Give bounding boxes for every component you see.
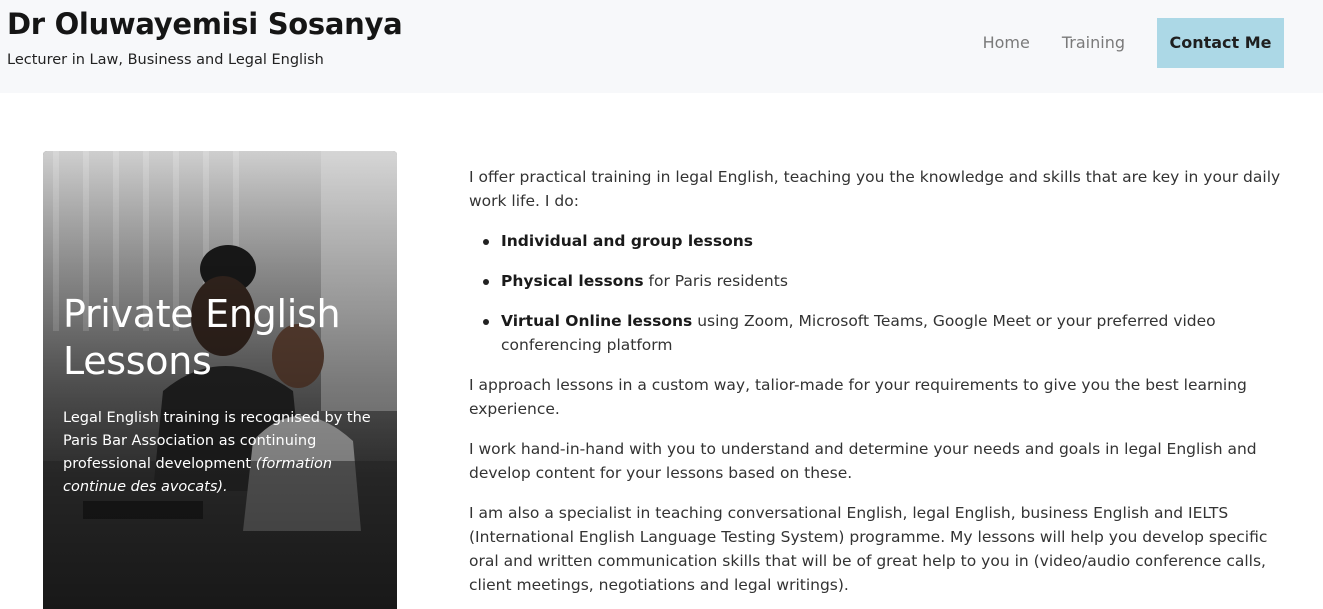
service-detail: for Paris residents: [643, 272, 788, 290]
hero-text: Legal English training is recognised by …: [63, 407, 388, 499]
nav-home-link[interactable]: Home: [983, 18, 1030, 68]
site-header: Dr Oluwayemisi Sosanya Lecturer in Law, …: [0, 0, 1323, 93]
main-content: I offer practical training in legal Engl…: [469, 165, 1299, 609]
main-nav: Home Training Contact Me: [983, 18, 1284, 68]
hero-card: Private English Lessons Legal English tr…: [43, 151, 397, 609]
hero-title: Private English Lessons: [63, 292, 341, 383]
site-tagline: Lecturer in Law, Business and Legal Engl…: [7, 52, 324, 68]
contact-me-button[interactable]: Contact Me: [1157, 18, 1284, 68]
site-title[interactable]: Dr Oluwayemisi Sosanya: [7, 7, 403, 41]
collaboration-paragraph: I work hand-in-hand with you to understa…: [469, 440, 1257, 482]
service-title: Virtual Online lessons: [501, 312, 693, 330]
service-title: Physical lessons: [501, 272, 644, 290]
service-title: Individual and group lessons: [501, 232, 754, 250]
intro-paragraph: I offer practical training in legal Engl…: [469, 168, 1281, 210]
list-item: Individual and group lessons: [469, 229, 1299, 253]
services-list: Individual and group lessons Physical le…: [469, 229, 1299, 357]
nav-training-link[interactable]: Training: [1062, 18, 1125, 68]
specialist-paragraph: I am also a specialist in teaching conve…: [469, 504, 1268, 594]
list-item: Virtual Online lessons using Zoom, Micro…: [469, 309, 1299, 357]
approach-paragraph: I approach lessons in a custom way, tali…: [469, 376, 1247, 418]
list-item: Physical lessons for Paris residents: [469, 269, 1299, 293]
